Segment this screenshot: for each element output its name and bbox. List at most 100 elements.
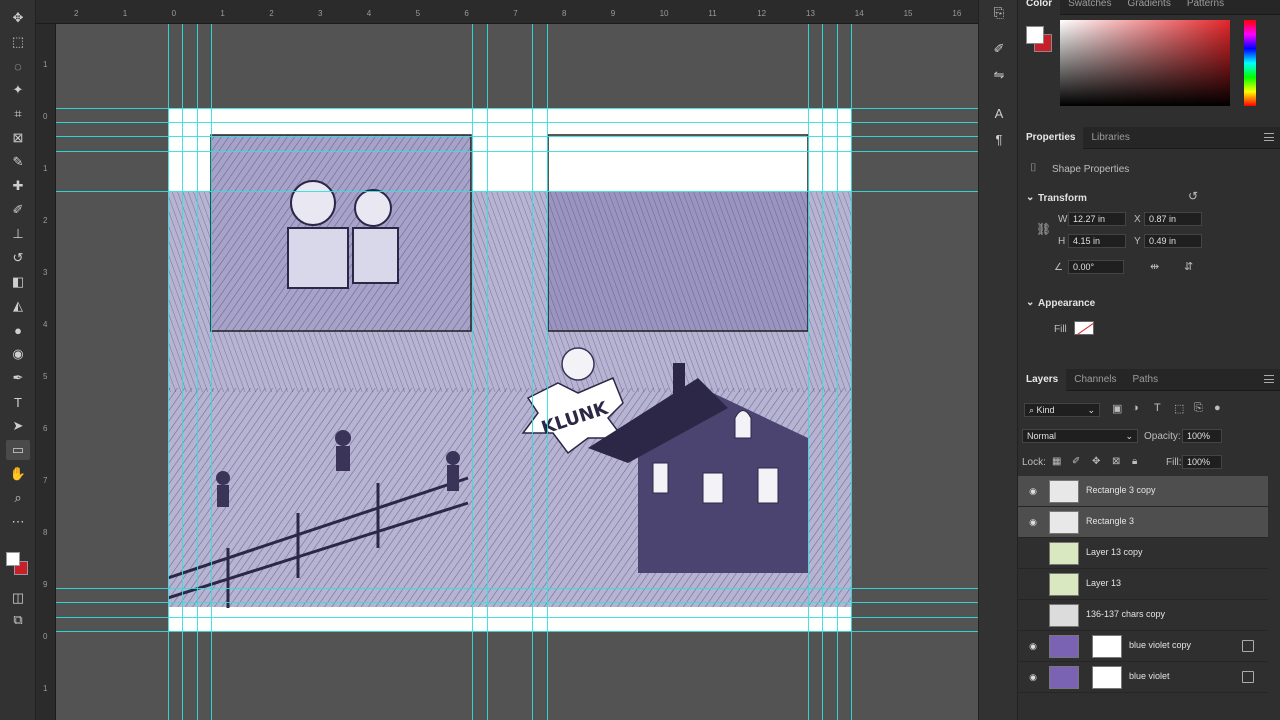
crop-icon[interactable]: ⌗	[6, 104, 30, 124]
pen-icon[interactable]: ✒	[6, 368, 30, 388]
layer-name[interactable]: Rectangle 3 copy	[1086, 485, 1156, 495]
transform-section-title[interactable]: Transform	[1038, 193, 1087, 204]
horizontal-guide[interactable]	[56, 191, 978, 192]
paragraph-panel-icon[interactable]: ¶	[989, 130, 1009, 148]
flip-horizontal-icon[interactable]: ⇹	[1150, 260, 1159, 273]
history-brush-icon[interactable]: ↺	[6, 248, 30, 268]
reset-transform-icon[interactable]: ↺	[1188, 189, 1198, 203]
document-canvas[interactable]: KLUNK	[168, 108, 851, 631]
layers-menu-icon[interactable]	[1264, 375, 1274, 383]
brush-settings-icon[interactable]: ✐	[989, 40, 1009, 58]
appearance-chevron-icon[interactable]: ⌄	[1026, 297, 1034, 308]
screen-mode-icon[interactable]: ⧉	[6, 610, 30, 630]
tab-channels[interactable]: Channels	[1066, 369, 1124, 391]
horizontal-guide[interactable]	[56, 631, 978, 632]
rectangle-icon[interactable]: ▭	[6, 440, 30, 460]
horizontal-guide[interactable]	[56, 602, 978, 603]
filter-shape-icon[interactable]: ⬚	[1174, 402, 1184, 415]
lock-position-icon[interactable]: ✥	[1092, 456, 1100, 467]
eye-icon[interactable]: ◉	[1027, 517, 1039, 527]
quick-mask-icon[interactable]: ◫	[6, 588, 30, 608]
eye-hidden-icon[interactable]	[1027, 610, 1039, 620]
vertical-guide[interactable]	[532, 24, 533, 720]
layer-name[interactable]: Layer 13 copy	[1086, 547, 1143, 557]
layer-row[interactable]: 136-137 chars copy	[1018, 600, 1268, 631]
dodge-icon[interactable]: ◉	[6, 344, 30, 364]
y-field[interactable]: 0.49 in	[1144, 234, 1202, 248]
layer-name[interactable]: blue violet copy	[1129, 640, 1191, 650]
eye-hidden-icon[interactable]	[1027, 579, 1039, 589]
opacity-field[interactable]: 100%	[1182, 429, 1222, 443]
history-panel-icon[interactable]: ⎘	[989, 4, 1009, 22]
tab-gradients[interactable]: Gradients	[1119, 0, 1178, 15]
layer-row[interactable]: Layer 13 copy	[1018, 538, 1268, 569]
vertical-guide[interactable]	[168, 24, 169, 720]
lock-artboard-icon[interactable]: ⊠	[1112, 456, 1120, 467]
lock-transparent-icon[interactable]: ▦	[1052, 456, 1061, 467]
hue-slider[interactable]	[1244, 20, 1256, 106]
tab-libraries[interactable]: Libraries	[1083, 127, 1137, 149]
horizontal-guide[interactable]	[56, 136, 978, 137]
tab-layers[interactable]: Layers	[1018, 368, 1067, 391]
layer-name[interactable]: Rectangle 3	[1086, 516, 1134, 526]
transform-chevron-icon[interactable]: ⌄	[1026, 192, 1034, 203]
vertical-guide[interactable]	[211, 24, 212, 720]
horizontal-guide[interactable]	[56, 588, 978, 589]
layer-row[interactable]: Layer 13	[1018, 569, 1268, 600]
properties-menu-icon[interactable]	[1264, 133, 1274, 141]
healing-icon[interactable]: ✚	[6, 176, 30, 196]
layer-filter-select[interactable]: ⌕ Kind ⌄	[1024, 403, 1100, 417]
horizontal-guide[interactable]	[56, 108, 978, 109]
layer-row[interactable]: ◉ Rectangle 3 copy	[1018, 476, 1268, 507]
x-field[interactable]: 0.87 in	[1144, 212, 1202, 226]
stamp-icon[interactable]: ⊥	[6, 224, 30, 244]
adjustments-icon[interactable]: ⇋	[989, 66, 1009, 84]
layer-row[interactable]: ◉ Rectangle 3	[1018, 507, 1268, 538]
layer-name[interactable]: blue violet	[1129, 671, 1170, 681]
layer-mask-thumbnail[interactable]	[1092, 666, 1122, 689]
foreground-color-swatch[interactable]	[1026, 26, 1044, 44]
more-icon[interactable]: ⋯	[6, 512, 30, 532]
zoom-icon[interactable]: ⌕	[6, 488, 30, 508]
filter-pixel-icon[interactable]: ▣	[1112, 402, 1122, 415]
filter-type-icon[interactable]: T	[1154, 402, 1161, 414]
filter-toggle-icon[interactable]: ●	[1214, 402, 1221, 414]
layer-row[interactable]: ◉ blue violet copy	[1018, 631, 1268, 662]
vertical-guide[interactable]	[197, 24, 198, 720]
filter-adjustment-icon[interactable]: ◑	[1132, 402, 1139, 414]
lasso-icon[interactable]: ◌	[6, 56, 30, 76]
paint-bucket-icon[interactable]: ◭	[6, 296, 30, 316]
hand-icon[interactable]: ✋	[6, 464, 30, 484]
blur-icon[interactable]: ●	[6, 320, 30, 340]
width-field[interactable]: 12.27 in	[1068, 212, 1126, 226]
vertical-guide[interactable]	[837, 24, 838, 720]
horizontal-guide[interactable]	[56, 151, 978, 152]
frame-icon[interactable]: ⊠	[6, 128, 30, 148]
tab-paths[interactable]: Paths	[1125, 369, 1167, 391]
move-icon[interactable]: ✥	[6, 8, 30, 28]
vertical-guide[interactable]	[808, 24, 809, 720]
toolbar-foreground-swatch[interactable]	[6, 552, 20, 566]
type-icon[interactable]: T	[6, 392, 30, 412]
horizontal-guide[interactable]	[56, 122, 978, 123]
filter-smart-object-icon[interactable]: ⎘	[1194, 402, 1203, 415]
layer-row[interactable]: ◉ blue violet	[1018, 662, 1268, 693]
path-select-icon[interactable]: ➤	[6, 416, 30, 436]
angle-field[interactable]: 0.00°	[1068, 260, 1124, 274]
vertical-guide[interactable]	[487, 24, 488, 720]
tab-patterns[interactable]: Patterns	[1179, 0, 1232, 15]
vertical-ruler[interactable]: 1 0 1 2 3 4 5 6 7 8 9 0 1	[36, 24, 56, 720]
magic-wand-icon[interactable]: ✦	[6, 80, 30, 100]
vertical-guide[interactable]	[851, 24, 852, 720]
lock-all-icon[interactable]: 🔒︎	[1132, 456, 1137, 467]
blend-mode-select[interactable]: Normal ⌄	[1022, 429, 1138, 443]
lock-pixels-icon[interactable]: ✐	[1072, 456, 1080, 467]
eyedropper-icon[interactable]: ✎	[6, 152, 30, 172]
color-field[interactable]	[1060, 20, 1230, 106]
eye-icon[interactable]: ◉	[1027, 641, 1039, 651]
layer-fill-field[interactable]: 100%	[1182, 455, 1222, 469]
tab-color[interactable]: Color	[1018, 0, 1061, 15]
horizontal-guide[interactable]	[56, 617, 978, 618]
eye-icon[interactable]: ◉	[1027, 672, 1039, 682]
brush-icon[interactable]: ✐	[6, 200, 30, 220]
